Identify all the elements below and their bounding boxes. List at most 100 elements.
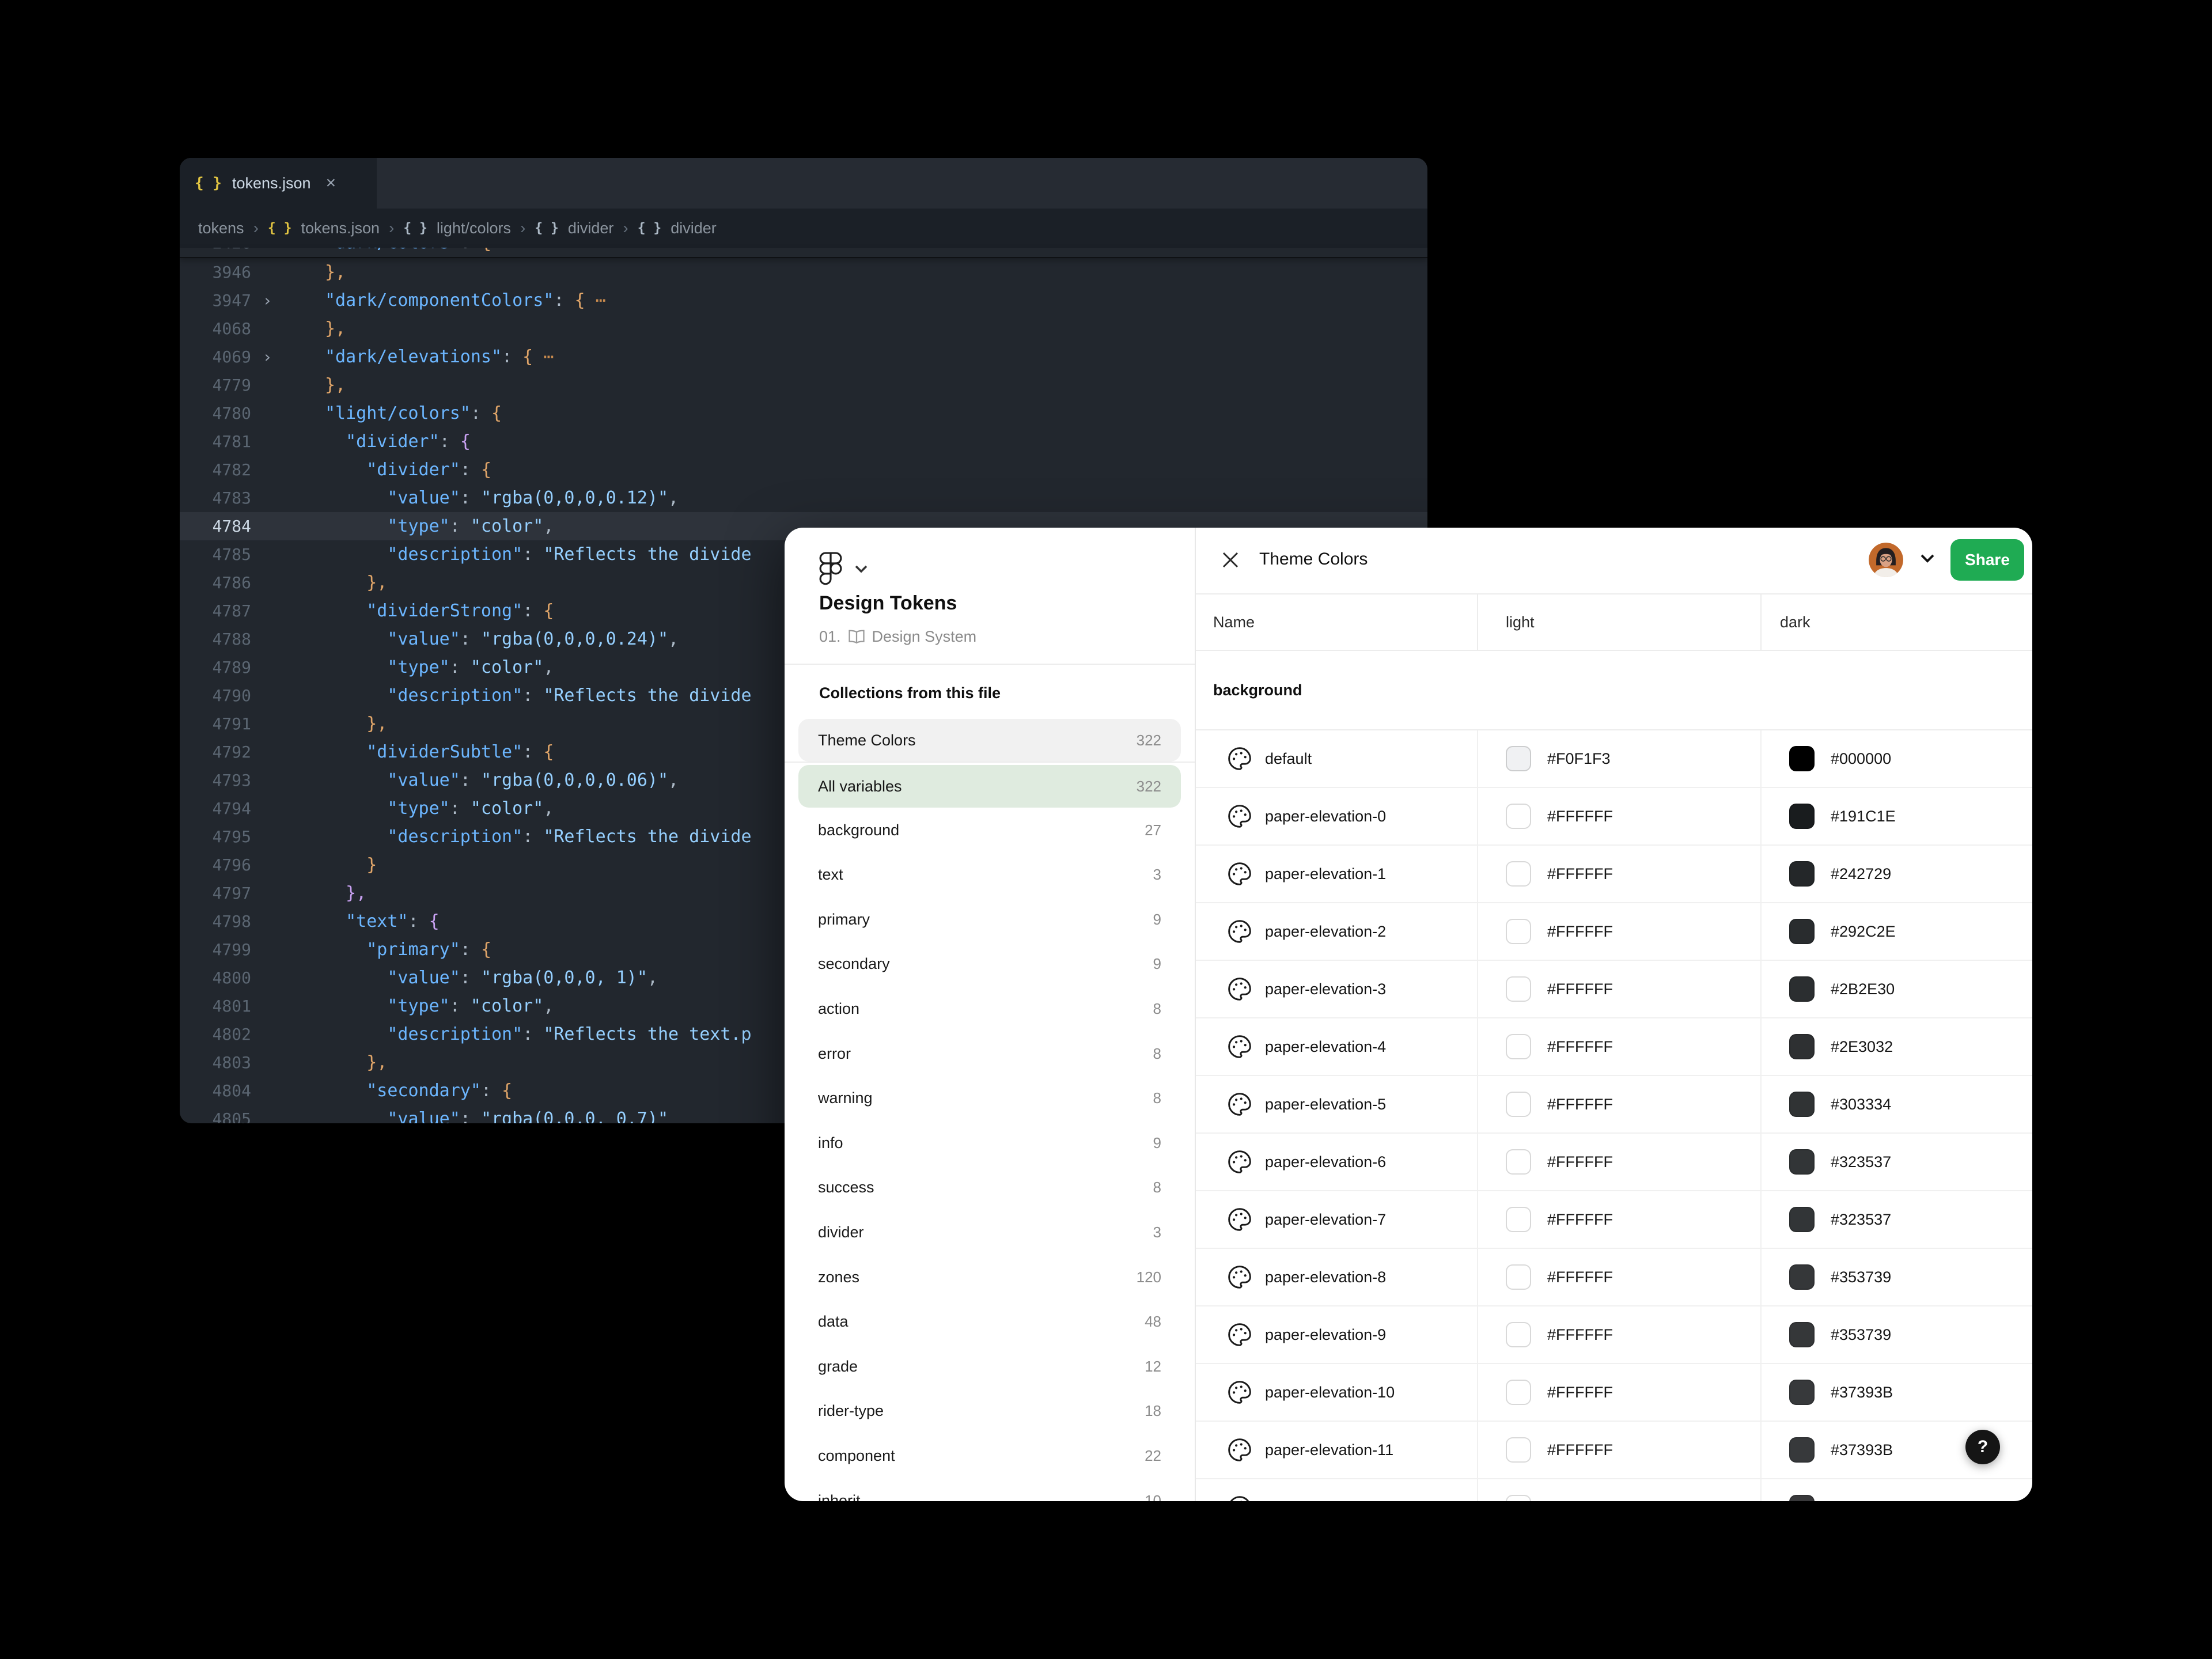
color-swatch-light[interactable] xyxy=(1506,919,1531,944)
light-value-cell: #FFFFFF xyxy=(1477,1364,1760,1421)
color-swatch-light[interactable] xyxy=(1506,1149,1531,1175)
sidebar-item-background[interactable]: background 27 xyxy=(798,808,1181,852)
code-line[interactable]: 4781 "divider": { xyxy=(180,427,1427,456)
color-swatch-dark[interactable] xyxy=(1789,976,1815,1002)
sidebar-item-success[interactable]: success 8 xyxy=(798,1166,1181,1210)
close-tab-icon[interactable]: × xyxy=(326,175,336,192)
sidebar-item-rider-type[interactable]: rider-type 18 xyxy=(798,1389,1181,1433)
sidebar-item-action[interactable]: action 8 xyxy=(798,987,1181,1031)
token: "secondary" xyxy=(366,1081,481,1101)
sidebar-item-secondary[interactable]: secondary 9 xyxy=(798,942,1181,986)
code-line[interactable]: 4782 "divider": { xyxy=(180,456,1427,484)
color-swatch-light[interactable] xyxy=(1506,1034,1531,1059)
group-header[interactable]: background xyxy=(1196,651,2032,730)
sidebar-item-inherit[interactable]: inherit 10 xyxy=(798,1479,1181,1502)
color-swatch-light[interactable] xyxy=(1506,1207,1531,1232)
code-line[interactable]: 4779}, xyxy=(180,371,1427,399)
sticky-scroll-line[interactable]: 2426›"dark/colors": { ⋯ xyxy=(180,248,1427,258)
fold-chevron-icon[interactable]: › xyxy=(251,286,283,315)
column-header-light[interactable]: light xyxy=(1477,594,1760,650)
sidebar-item-error[interactable]: error 8 xyxy=(798,1032,1181,1075)
help-button[interactable]: ? xyxy=(1965,1430,2000,1464)
braces-icon: { } xyxy=(637,221,662,236)
table-row[interactable]: paper-elevation-6 #FFFFFF #323537 xyxy=(1196,1134,2032,1191)
code-line[interactable]: 4069 › "dark/elevations": { ⋯ xyxy=(180,343,1427,371)
code-line[interactable]: 4068}, xyxy=(180,315,1427,343)
table-row[interactable]: paper-elevation-0 #FFFFFF #191C1E xyxy=(1196,788,2032,846)
color-swatch-light[interactable] xyxy=(1506,861,1531,887)
color-swatch-dark[interactable] xyxy=(1789,1322,1815,1347)
color-swatch-dark[interactable] xyxy=(1789,1380,1815,1405)
table-row[interactable]: paper-elevation-9 #FFFFFF #353739 xyxy=(1196,1306,2032,1364)
fold-chevron-icon[interactable]: › xyxy=(251,343,283,371)
table-row[interactable]: paper-elevation-4 #FFFFFF #2E3032 xyxy=(1196,1018,2032,1076)
tab-tokens-json[interactable]: { } tokens.json × xyxy=(180,158,377,209)
table-row[interactable]: paper-elevation-12 #FFFFFF #39393B xyxy=(1196,1479,2032,1501)
color-swatch-dark[interactable] xyxy=(1789,1034,1815,1059)
sidebar-item-divider[interactable]: divider 3 xyxy=(798,1210,1181,1254)
color-swatch-light[interactable] xyxy=(1506,804,1531,829)
table-row[interactable]: paper-elevation-8 #FFFFFF #353739 xyxy=(1196,1249,2032,1306)
code-line[interactable]: 3947 › "dark/componentColors": { ⋯ xyxy=(180,286,1427,315)
color-swatch-light[interactable] xyxy=(1506,976,1531,1002)
color-swatch-dark[interactable] xyxy=(1789,1264,1815,1290)
token: "rgba(0,0,0,0.12)" xyxy=(480,488,669,508)
table-row[interactable]: paper-elevation-1 #FFFFFF #242729 xyxy=(1196,846,2032,903)
breadcrumb-item[interactable]: tokens.json xyxy=(301,219,380,237)
color-swatch-light[interactable] xyxy=(1506,1437,1531,1463)
color-swatch-light[interactable] xyxy=(1506,1380,1531,1405)
column-header-dark[interactable]: dark xyxy=(1760,594,2032,650)
breadcrumb-item[interactable]: divider xyxy=(568,219,614,237)
share-button[interactable]: Share xyxy=(1950,539,2024,581)
color-swatch-light[interactable] xyxy=(1506,1495,1531,1501)
table-row[interactable]: default #F0F1F3 #000000 xyxy=(1196,730,2032,788)
color-swatch-dark[interactable] xyxy=(1789,1495,1815,1501)
table-row[interactable]: paper-elevation-3 #FFFFFF #2B2E30 xyxy=(1196,961,2032,1018)
breadcrumb-item[interactable]: light/colors xyxy=(437,219,511,237)
chevron-down-icon[interactable] xyxy=(1921,554,1934,563)
sidebar-item-warning[interactable]: warning 8 xyxy=(798,1077,1181,1120)
fold-chevron-icon[interactable]: › xyxy=(251,248,283,257)
color-swatch-dark[interactable] xyxy=(1789,804,1815,829)
code-line[interactable]: 4783 "value": "rgba(0,0,0,0.12)", xyxy=(180,484,1427,512)
color-swatch-light[interactable] xyxy=(1506,1092,1531,1117)
sidebar-item-text[interactable]: text 3 xyxy=(798,853,1181,897)
sidebar-item-label: action xyxy=(818,999,860,1017)
color-swatch-light[interactable] xyxy=(1506,1322,1531,1347)
table-row[interactable]: paper-elevation-7 #FFFFFF #323537 xyxy=(1196,1191,2032,1249)
breadcrumb-item[interactable]: divider xyxy=(671,219,717,237)
variable-name: paper-elevation-9 xyxy=(1265,1325,1387,1343)
column-header-name[interactable]: Name xyxy=(1196,594,1477,650)
sidebar-item-primary[interactable]: primary 9 xyxy=(798,897,1181,941)
sidebar-item-component[interactable]: component 22 xyxy=(798,1434,1181,1478)
code-line[interactable]: 2426›"dark/colors": { ⋯ xyxy=(180,248,1427,257)
breadcrumb-item[interactable]: tokens xyxy=(198,219,244,237)
code-line[interactable]: 3946}, xyxy=(180,258,1427,286)
collection-pill-all-variables[interactable]: All variables 322 xyxy=(798,765,1181,808)
color-swatch-dark[interactable] xyxy=(1789,746,1815,771)
line-number: 4803 xyxy=(212,1053,251,1072)
collection-pill-theme-colors[interactable]: Theme Colors 322 xyxy=(798,719,1181,762)
color-swatch-dark[interactable] xyxy=(1789,861,1815,887)
color-swatch-dark[interactable] xyxy=(1789,1149,1815,1175)
sidebar-item-data[interactable]: data 48 xyxy=(798,1300,1181,1344)
code-line[interactable]: 4780 "light/colors": { xyxy=(180,399,1427,427)
table-row[interactable]: paper-elevation-10 #FFFFFF #37393B xyxy=(1196,1364,2032,1422)
color-swatch-light[interactable] xyxy=(1506,1264,1531,1290)
color-swatch-dark[interactable] xyxy=(1789,1092,1815,1117)
color-swatch-dark[interactable] xyxy=(1789,1437,1815,1463)
close-icon[interactable] xyxy=(1221,551,1240,569)
line-number: 3946 xyxy=(212,263,251,282)
table-row[interactable]: paper-elevation-11 #FFFFFF #37393B xyxy=(1196,1422,2032,1479)
sidebar-item-grade[interactable]: grade 12 xyxy=(798,1344,1181,1388)
sidebar-item-zones[interactable]: zones 120 xyxy=(798,1255,1181,1299)
table-row[interactable]: paper-elevation-5 #FFFFFF #303334 xyxy=(1196,1076,2032,1134)
avatar[interactable] xyxy=(1869,543,1903,577)
table-row[interactable]: paper-elevation-2 #FFFFFF #292C2E xyxy=(1196,903,2032,961)
color-swatch-dark[interactable] xyxy=(1789,919,1815,944)
color-swatch-light[interactable] xyxy=(1506,746,1531,771)
color-swatch-dark[interactable] xyxy=(1789,1207,1815,1232)
figma-menu[interactable] xyxy=(819,552,868,586)
sidebar-item-info[interactable]: info 9 xyxy=(798,1121,1181,1165)
